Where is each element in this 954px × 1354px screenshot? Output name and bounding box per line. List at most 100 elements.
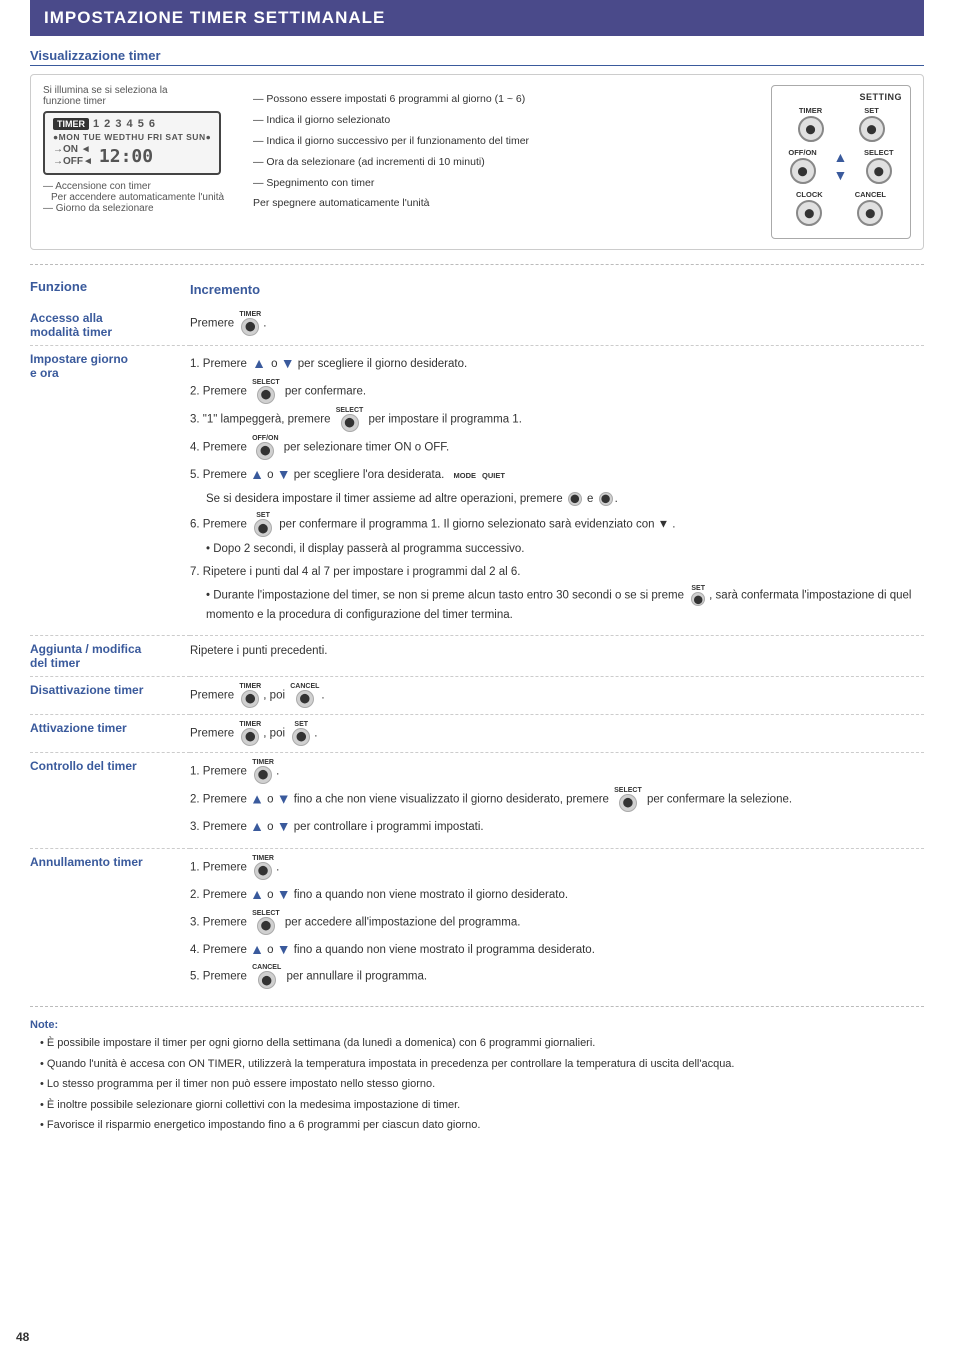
ann-step-5: 5. Premere CANCEL ⬤ per annullare il pro… [190,964,924,989]
btn-timer: TIMER ⬤ [798,106,824,142]
down-ann4: ▼ [277,941,291,957]
timer-time: 12:00 [99,146,153,167]
visualizzazione-box: Si illumina se si seleziona lafunzione t… [30,74,924,250]
incremento-annull: 1. Premere TIMER ⬤ . 2. Premere ▲ o ▼ fi… [190,848,924,998]
timer-label: TIMER [239,311,261,318]
offon-wrap-4: OFF/ON ⬤ [252,435,278,460]
timer-display-area: Si illumina se si seleziona lafunzione t… [43,85,243,214]
set-icon-7: ⬤ [691,592,705,606]
annot-2: — Indica il giorno successivo per il fun… [253,132,761,151]
up-arrow-1: ▲ [252,352,266,376]
left-label-1: Si illumina se si seleziona lafunzione t… [43,85,243,107]
divider-2 [30,1006,924,1007]
timer-wrap-attiv: TIMER ⬤ [239,721,261,746]
btn-timer-inline-wrap: TIMER ⬤ [239,311,261,336]
btn-cancel: CANCEL ⬤ [855,190,886,226]
note-section: Note: • È possibile impostare il timer p… [30,1017,924,1135]
table-row: Impostare giornoe ora 1. Premere ▲ o ▼ p… [30,346,924,636]
timer-icon-ann1: ⬤ [254,862,272,880]
btn-row-3: CLOCK ⬤ CANCEL ⬤ [780,190,902,226]
btn-panel: SETTING TIMER ⬤ SET ⬤ [771,85,911,239]
ann-step-1: 1. Premere TIMER ⬤ . [190,855,924,880]
timer-tag: TIMER [53,118,89,130]
divider-1 [30,264,924,265]
step-1: 1. Premere ▲ o ▼ per scegliere il giorno… [190,352,924,376]
table-row: Annullamento timer 1. Premere TIMER ⬤ . … [30,848,924,998]
incremento-aggiunta: Ripetere i punti precedenti. [190,635,924,676]
funzione-controllo: Controllo del timer [30,752,190,848]
timer-icon-disatt: ⬤ [241,690,259,708]
select-icon-ann3: ⬤ [257,917,275,935]
viz-buttons: SETTING TIMER ⬤ SET ⬤ [771,85,911,239]
timer-days: ●MON TUE WEDTHU FRI SAT SUN● [53,132,211,142]
main-title: IMPOSTAZIONE TIMER SETTIMANALE [30,0,924,36]
mode-item: MODE [453,470,476,483]
annot-3: — Ora da selezionare (ad incrementi di 1… [253,153,761,172]
step-6: 6. Premere SET ⬤ per confermare il progr… [190,512,924,537]
ctrl-step-1: 1. Premere TIMER ⬤ . [190,759,924,784]
step-4: 4. Premere OFF/ON ⬤ per selezionare time… [190,435,924,460]
main-table: Funzione Incremento Accesso allamodalità… [30,273,924,998]
cancel-wrap-disatt: CANCEL ⬤ [290,683,319,708]
funzione-disatt: Disattivazione timer [30,676,190,714]
table-header-row: Funzione Incremento [30,273,924,305]
down-ctrl2: ▼ [277,791,291,807]
timer-wrap-disatt: TIMER ⬤ [239,683,261,708]
incremento-disatt: Premere TIMER ⬤ , poi CANCEL ⬤ . [190,676,924,714]
viz-section-title: Visualizzazione timer [30,48,924,66]
annot-4: — Spegnimento con timer [253,174,761,193]
btn-panel-title: SETTING [780,92,902,102]
funzione-aggiunta: Aggiunta / modificadel timer [30,635,190,676]
quiet-item: QUIET [482,470,505,483]
timer-icon-inline: ⬤ [241,318,259,336]
up-ctrl2: ▲ [250,791,264,807]
funzione-annull: Annullamento timer [30,848,190,998]
page: IMPOSTAZIONE TIMER SETTIMANALE Visualizz… [0,0,954,1354]
mode-quiet-wrap: MODE QUIET [453,470,504,483]
step-5-sub: Se si desidera impostare il timer assiem… [206,490,924,510]
timer-icon-attiv: ⬤ [241,728,259,746]
note-title: Note: [30,1017,924,1035]
step-6-sub: • Dopo 2 secondi, il display passerà al … [206,540,924,560]
ctrl-step-2: 2. Premere ▲ o ▼ fino a che non viene vi… [190,787,924,812]
select-icon-ctrl2: ⬤ [619,794,637,812]
offon-icon-4: ⬤ [256,442,274,460]
btn-row-2: OFF/ON ⬤ ▲ ▼ SELECT ⬤ [780,148,902,184]
up-ctrl3: ▲ [250,818,264,834]
select-icon-3: ⬤ [341,414,359,432]
select-wrap-3: SELECT ⬤ [336,407,364,432]
quiet-icon: ⬤ [599,492,613,506]
set-icon-6: ⬤ [254,519,272,537]
step-7-sub: • Durante l'impostazione del timer, se n… [206,585,924,626]
step-2: 2. Premere SELECT ⬤ per confermare. [190,379,924,404]
note-item-1: • È possibile impostare il timer per ogn… [40,1035,924,1053]
ctrl-step-3: 3. Premere ▲ o ▼ per controllare i progr… [190,815,924,839]
note-item-3: • Lo stesso programma per il timer non p… [40,1076,924,1094]
ann-step-2: 2. Premere ▲ o ▼ fino a quando non viene… [190,883,924,907]
table-row: Accesso allamodalità timer Premere TIMER… [30,305,924,346]
incremento-attiv: Premere TIMER ⬤ , poi SET ⬤ . [190,714,924,752]
select-icon-2: ⬤ [257,386,275,404]
btn-set: SET ⬤ [859,106,885,142]
annot-0: — Possono essere impostati 6 programmi a… [253,90,761,109]
set-wrap-7: SET ⬤ [689,585,707,606]
down-ann2: ▼ [277,886,291,902]
col-funzione-header: Funzione [30,273,190,305]
btn-clock: CLOCK ⬤ [796,190,823,226]
viz-annotations: — Possono essere impostati 6 programmi a… [253,85,761,215]
timer-icon-ctrl1: ⬤ [254,766,272,784]
annot-5: Per spegnere automaticamente l'unità [253,194,761,213]
down-ctrl3: ▼ [277,818,291,834]
btn-row-1: TIMER ⬤ SET ⬤ [780,106,902,142]
funzione-accesso: Accesso allamodalità timer [30,305,190,346]
step-3: 3. "1" lampeggerà, premere SELECT ⬤ per … [190,407,924,432]
set-wrap-6: SET ⬤ [252,512,274,537]
table-row: Controllo del timer 1. Premere TIMER ⬤ .… [30,752,924,848]
annot-1: — Indica il giorno selezionato [253,111,761,130]
page-number: 48 [16,1330,29,1344]
up-arrow-5: ▲ [250,466,264,482]
timer-on: →ON ◄ [53,144,93,156]
down-arrow-5: ▼ [277,466,291,482]
timer-wrap-ann1: TIMER ⬤ [252,855,274,880]
up-ann2: ▲ [250,886,264,902]
